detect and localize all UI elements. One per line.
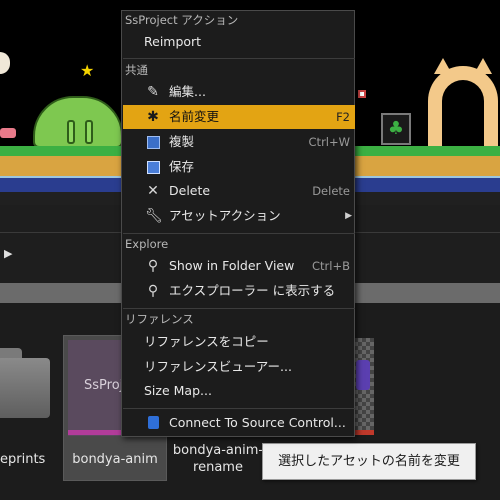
menu-section-ssproject: SsProject アクション [125,13,239,27]
menu-separator [123,233,355,234]
menu-item-size-map[interactable]: Size Map... [123,379,355,403]
menu-item-asset-actions[interactable]: 🔧︎ アセットアクション ▶ [123,204,355,228]
menu-section-explore: Explore [125,237,169,251]
menu-item-label: Connect To Source Control... [169,415,346,430]
star-sprite: ★ [80,61,95,80]
menu-section-common: 共通 [125,63,148,77]
menu-section-reference: リファレンス [125,312,194,326]
cat-arch-sprite [428,58,498,150]
duplicate-icon [147,136,160,149]
menu-item-label: Size Map... [144,383,212,398]
menu-item-show-in-explorer[interactable]: ⚲ エクスプローラー に表示する [123,279,355,303]
menu-item-label: 複製 [169,134,195,149]
asset-thumbnail-type: SsProj [84,378,124,393]
submenu-arrow-icon: ▶ [345,211,352,221]
folder-asset[interactable] [0,340,50,420]
item-sprite [358,90,366,98]
clover-icon: ♣ [381,113,411,145]
menu-item-shortcut: Ctrl+W [308,135,350,149]
menu-item-connect-source-control[interactable]: Connect To Source Control... [123,411,355,435]
menu-separator [123,58,355,59]
rename-sparkle-icon: ✱ [147,109,159,125]
menu-item-label: Delete [169,183,211,198]
asset-label: bondya-anim [72,452,158,467]
menu-item-rename[interactable]: ✱ 名前変更 F2 [123,105,355,129]
play-icon[interactable]: ▶ [4,247,16,261]
menu-item-edit[interactable]: ✎ 編集... [123,80,355,104]
source-control-icon [148,416,159,429]
menu-item-label: 編集... [169,84,206,99]
menu-item-save[interactable]: 保存 [123,155,355,179]
menu-item-label: アセットアクション [169,208,281,223]
delete-x-icon: ✕ [147,183,159,199]
menu-item-shortcut: Delete [312,184,350,198]
menu-item-label: Show in Folder View [169,258,295,273]
magnifier-icon: ⚲ [147,283,159,299]
menu-item-label: Reimport [144,34,202,49]
pencil-icon: ✎ [147,84,159,100]
bush-post [85,120,93,144]
pink-sprite [0,128,16,138]
menu-item-copy-reference[interactable]: リファレンスをコピー [123,330,355,354]
menu-separator [123,408,355,409]
rename-tooltip: 選択したアセットの名前を変更 [262,443,476,480]
menu-item-delete[interactable]: ✕ Delete Delete [123,179,355,203]
menu-item-label: 保存 [169,159,195,174]
menu-item-label: 名前変更 [169,109,220,124]
wrench-icon: 🔧︎ [145,208,163,224]
menu-item-label: リファレンスビューアー... [144,359,292,374]
bush-post [67,120,75,144]
magnifier-icon: ⚲ [147,258,159,274]
asset-label-rename-line2: rename [193,460,243,475]
menu-item-reference-viewer[interactable]: リファレンスビューアー... [123,355,355,379]
menu-item-show-in-folder-view[interactable]: ⚲ Show in Folder View Ctrl+B [123,254,355,278]
menu-item-label: エクスプローラー に表示する [169,283,336,298]
sprite-thumbnail [356,360,370,390]
menu-item-label: リファレンスをコピー [144,334,269,349]
folder-icon [0,358,50,418]
menu-item-shortcut: F2 [336,110,350,124]
asset-label-rename-line1: bondya-anim- [172,443,264,458]
context-menu: SsProject アクション Reimport 共通 ✎ 編集... ✱ 名前… [121,10,355,437]
folder-label: eprints [0,452,46,467]
menu-item-duplicate[interactable]: 複製 Ctrl+W [123,130,355,154]
menu-item-shortcut: Ctrl+B [312,259,350,273]
menu-item-reimport[interactable]: Reimport [123,30,355,54]
save-icon [147,161,160,174]
menu-separator [123,308,355,309]
